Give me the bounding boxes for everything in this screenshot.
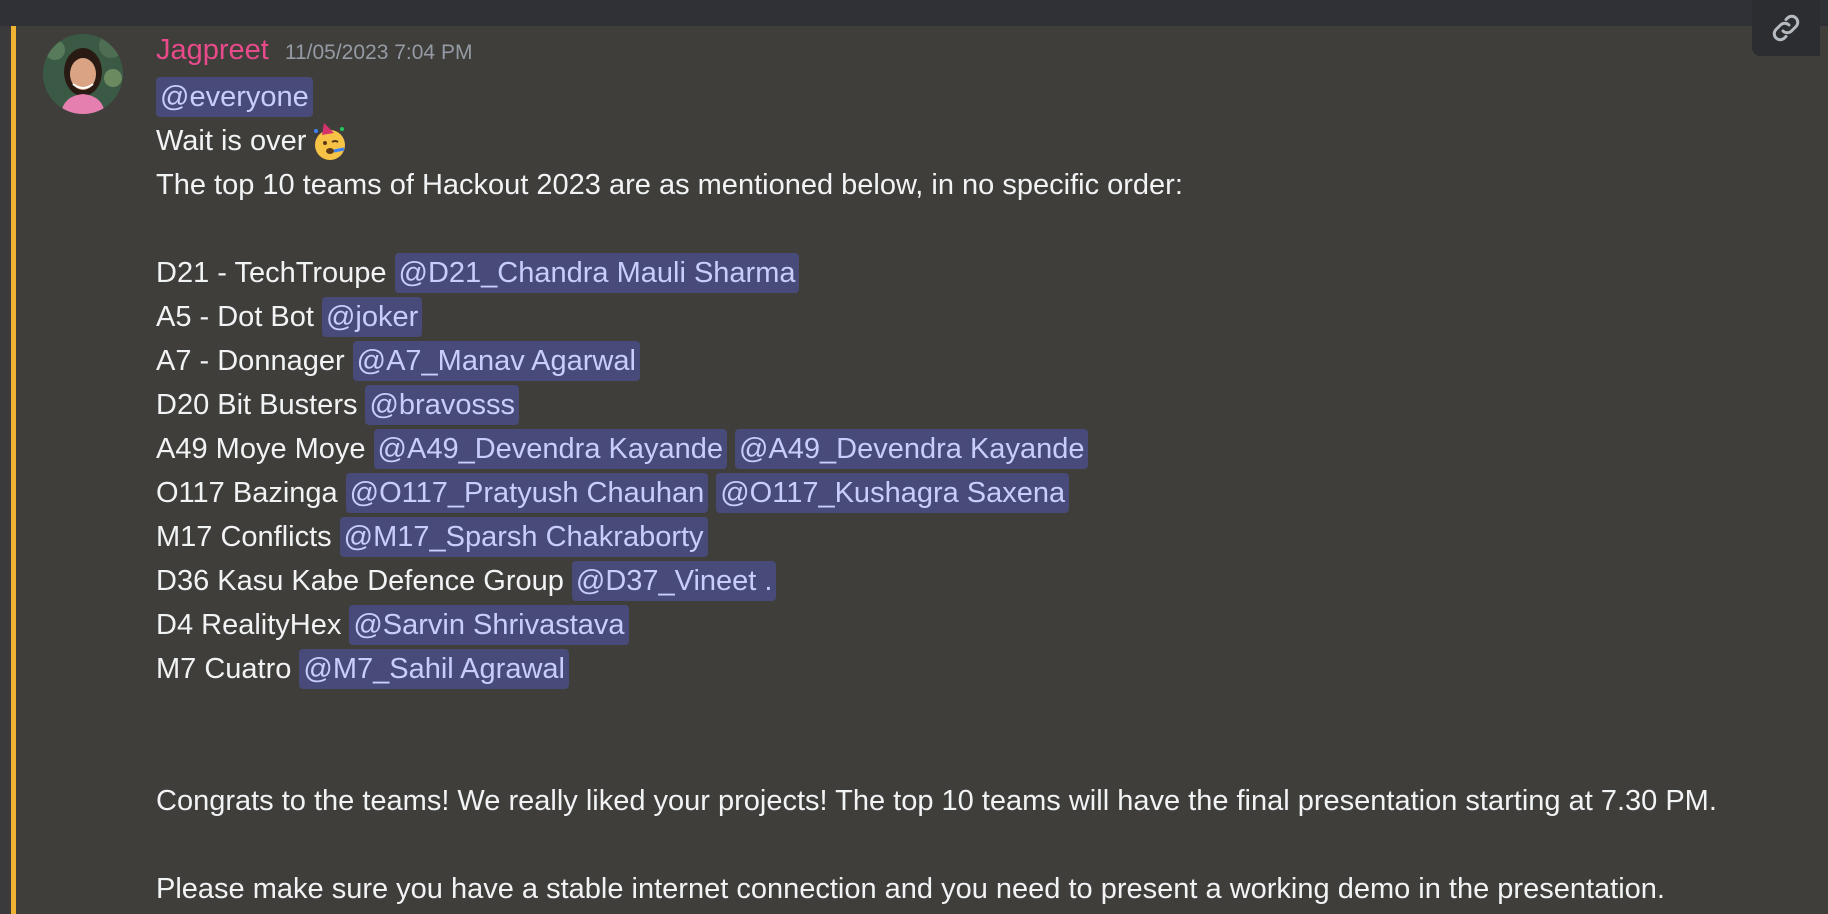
everyone-line: @everyone: [156, 75, 1806, 119]
top-bar: [0, 0, 1828, 26]
user-mention[interactable]: @D21_Chandra Mauli Sharma: [394, 253, 800, 293]
user-mention[interactable]: @A49_Devendra Kayande: [373, 429, 727, 469]
congrats-text: Congrats to the teams! We really liked y…: [156, 785, 1717, 817]
mention-highlight-bar: [11, 26, 16, 914]
partying-face-emoji-icon[interactable]: [308, 119, 352, 163]
user-mention[interactable]: @A49_Devendra Kayande: [735, 429, 1089, 469]
team-label: A49 Moye Moye: [156, 433, 366, 465]
team-label: D21 - TechTroupe: [156, 257, 387, 289]
avatar[interactable]: [43, 34, 123, 114]
team-line: M7 Cuatro @M7_Sahil Agrawal: [156, 647, 1806, 691]
message-timestamp[interactable]: 11/05/2023 7:04 PM: [285, 41, 473, 65]
author-name[interactable]: Jagpreet: [156, 34, 269, 67]
everyone-mention[interactable]: @everyone: [156, 77, 313, 117]
team-label: M17 Conflicts: [156, 521, 332, 553]
congrats-line: Congrats to the teams! We really liked y…: [156, 779, 1806, 823]
user-mention[interactable]: @Sarvin Shrivastava: [349, 605, 629, 645]
intro-text: The top 10 teams of Hackout 2023 are as …: [156, 169, 1183, 201]
message-header: Jagpreet 11/05/2023 7:04 PM: [156, 34, 472, 67]
team-label: A7 - Donnager: [156, 345, 345, 377]
team-label: M7 Cuatro: [156, 653, 292, 685]
team-label: D4 RealityHex: [156, 609, 342, 641]
team-label: A5 - Dot Bot: [156, 301, 314, 333]
avatar-image: [43, 34, 123, 114]
intro-line: The top 10 teams of Hackout 2023 are as …: [156, 163, 1806, 207]
copy-link-button[interactable]: [1752, 0, 1820, 56]
reminder-text: Please make sure you have a stable inter…: [156, 873, 1665, 905]
team-line: M17 Conflicts @M17_Sparsh Chakraborty: [156, 515, 1806, 559]
user-mention[interactable]: @D37_Vineet .: [571, 561, 777, 601]
team-line: D21 - TechTroupe @D21_Chandra Mauli Shar…: [156, 251, 1806, 295]
team-line: A5 - Dot Bot @joker: [156, 295, 1806, 339]
wait-line: Wait is over: [156, 119, 1806, 163]
team-line: D20 Bit Busters @bravosss: [156, 383, 1806, 427]
user-mention[interactable]: @O117_Kushagra Saxena: [716, 473, 1070, 513]
user-mention[interactable]: @joker: [321, 297, 423, 337]
team-label: D36 Kasu Kabe Defence Group: [156, 565, 564, 597]
user-mention[interactable]: @A7_Manav Agarwal: [352, 341, 640, 381]
team-line: A7 - Donnager @A7_Manav Agarwal: [156, 339, 1806, 383]
team-line: O117 Bazinga @O117_Pratyush Chauhan @O11…: [156, 471, 1806, 515]
user-mention[interactable]: @M17_Sparsh Chakraborty: [339, 517, 708, 557]
user-mention[interactable]: @M7_Sahil Agrawal: [299, 649, 569, 689]
team-label: D20 Bit Busters: [156, 389, 358, 421]
user-mention[interactable]: @O117_Pratyush Chauhan: [345, 473, 709, 513]
wait-text: Wait is over: [156, 125, 307, 157]
user-mention[interactable]: @bravosss: [365, 385, 519, 425]
link-icon: [1772, 14, 1800, 42]
message-content: @everyone Wait is over The top 10 teams …: [156, 75, 1806, 911]
team-line: D36 Kasu Kabe Defence Group @D37_Vineet …: [156, 559, 1806, 603]
team-line: D4 RealityHex @Sarvin Shrivastava: [156, 603, 1806, 647]
team-line: A49 Moye Moye @A49_Devendra Kayande @A49…: [156, 427, 1806, 471]
team-label: O117 Bazinga: [156, 477, 338, 509]
reminder-line: Please make sure you have a stable inter…: [156, 867, 1806, 911]
